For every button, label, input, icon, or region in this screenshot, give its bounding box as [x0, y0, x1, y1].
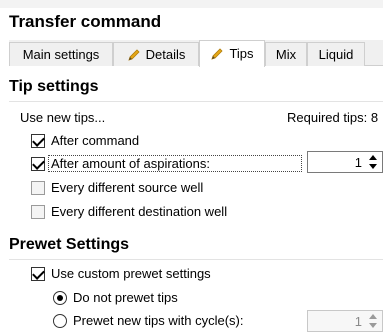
prewet-cycles-radio[interactable]: [53, 313, 67, 328]
aspirations-stepper[interactable]: 1: [307, 151, 383, 173]
tab-details[interactable]: Details: [113, 42, 199, 66]
tab-label: Tips: [229, 46, 254, 61]
window-title: Transfer command: [9, 12, 162, 31]
tab-label: Mix: [275, 46, 297, 62]
use-custom-prewet-option[interactable]: Use custom prewet settings: [31, 266, 211, 281]
after-command-checkbox[interactable]: [31, 133, 45, 148]
tip-settings-heading: Tip settings: [9, 78, 99, 95]
after-aspirations-checkbox[interactable]: [31, 156, 45, 171]
use-custom-prewet-label: Use custom prewet settings: [51, 266, 211, 281]
stepper-arrows[interactable]: [367, 314, 379, 328]
pencil-icon: [127, 48, 140, 61]
after-command-label: After command: [51, 133, 140, 148]
section-divider: [9, 101, 383, 102]
arrow-up-icon[interactable]: [369, 155, 377, 160]
cycles-value: 1: [354, 314, 362, 329]
after-aspirations-option[interactable]: After amount of aspirations:: [31, 156, 210, 171]
tab-label: Details: [145, 46, 186, 62]
stepper-arrows[interactable]: [367, 155, 379, 169]
use-custom-prewet-checkbox[interactable]: [31, 266, 45, 281]
use-new-tips-label: Use new tips...: [20, 110, 106, 125]
tab-strip: Main settings Details Tips Mix Liquid: [9, 40, 383, 67]
do-not-prewet-radio[interactable]: [53, 290, 67, 305]
different-destination-label: Every different destination well: [51, 204, 228, 219]
tab-main-settings[interactable]: Main settings: [9, 42, 113, 66]
tab-label: Liquid: [318, 46, 354, 62]
aspirations-value: 1: [354, 155, 362, 170]
do-not-prewet-label: Do not prewet tips: [73, 290, 178, 305]
tab-liquid[interactable]: Liquid: [307, 42, 365, 66]
required-tips-label: Required tips: 8: [287, 110, 379, 125]
after-aspirations-label: After amount of aspirations:: [51, 156, 210, 171]
arrow-up-icon[interactable]: [369, 314, 377, 319]
different-source-label: Every different source well: [51, 180, 204, 195]
arrow-down-icon[interactable]: [369, 164, 377, 169]
different-source-checkbox[interactable]: [31, 180, 45, 195]
different-source-option[interactable]: Every different source well: [31, 180, 203, 195]
section-divider: [9, 259, 383, 260]
prewet-settings-heading: Prewet Settings: [9, 236, 130, 253]
tab-label: Main settings: [22, 46, 100, 62]
tab-tips[interactable]: Tips: [199, 40, 265, 67]
cycles-stepper[interactable]: 1: [307, 310, 383, 332]
prewet-cycles-label: Prewet new tips with cycle(s):: [73, 313, 244, 328]
prewet-cycles-option[interactable]: Prewet new tips with cycle(s):: [53, 313, 244, 328]
different-destination-checkbox[interactable]: [31, 204, 45, 219]
window-top-strip: [0, 0, 383, 8]
different-destination-option[interactable]: Every different destination well: [31, 204, 227, 219]
tab-mix[interactable]: Mix: [265, 42, 307, 66]
after-command-option[interactable]: After command: [31, 133, 139, 148]
arrow-down-icon[interactable]: [369, 323, 377, 328]
do-not-prewet-option[interactable]: Do not prewet tips: [53, 290, 178, 305]
pencil-icon: [211, 48, 224, 60]
